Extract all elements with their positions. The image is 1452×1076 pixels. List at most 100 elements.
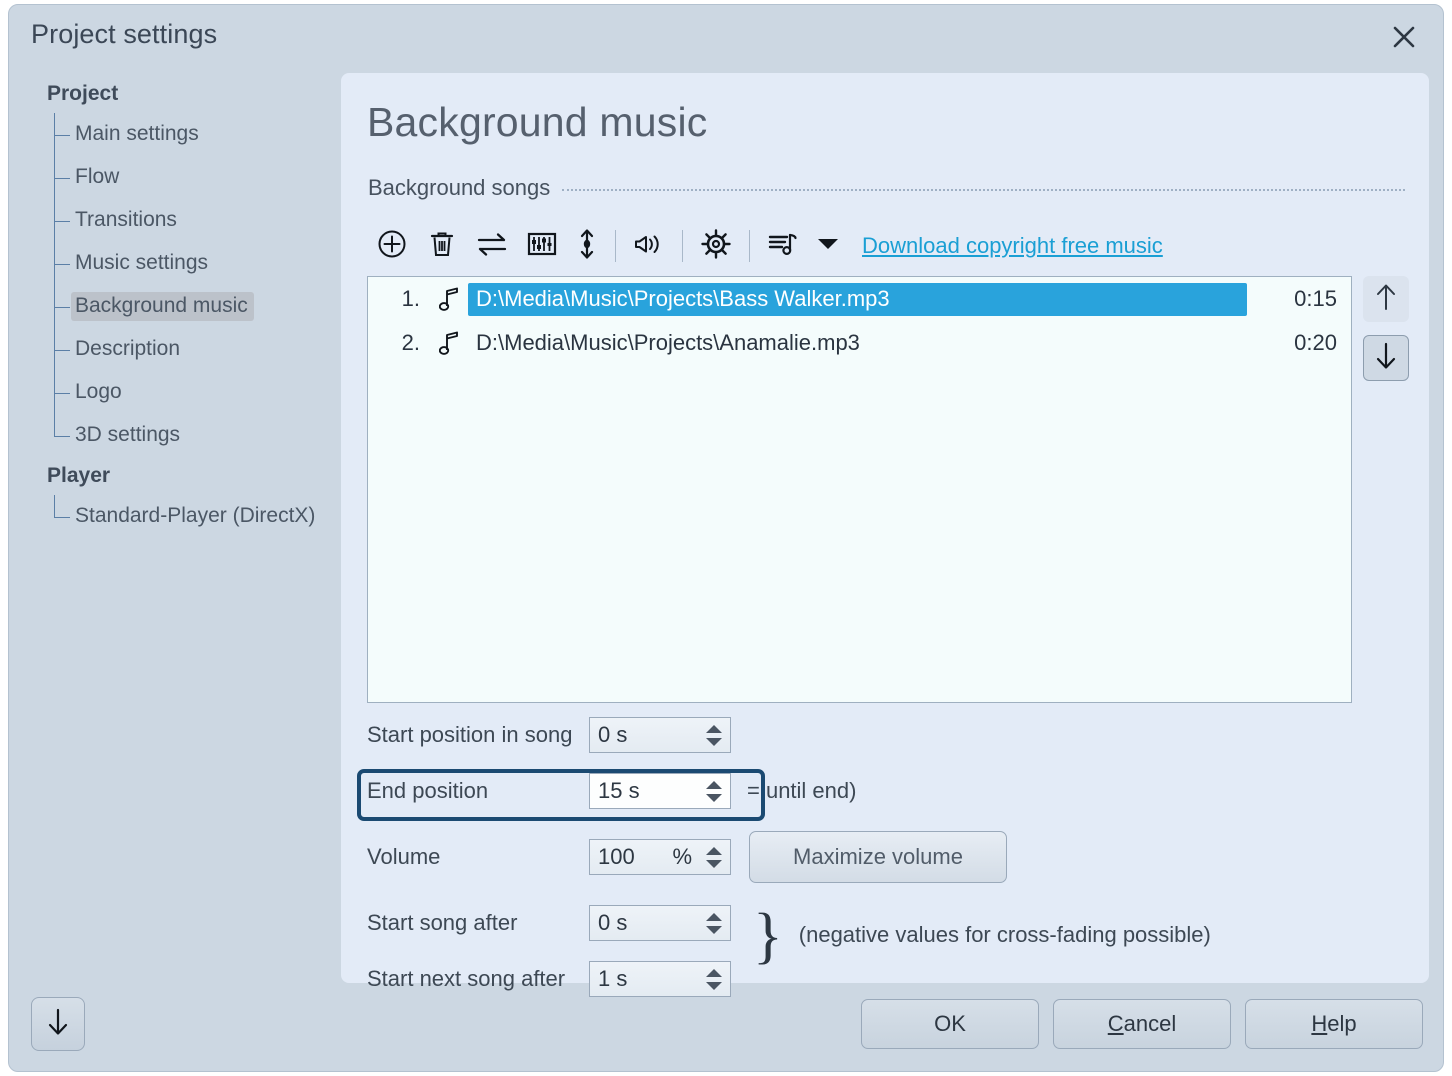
volume-button[interactable]: [624, 223, 674, 269]
sort-songs-button[interactable]: [758, 223, 808, 269]
sidebar-item-background-music[interactable]: Background music: [9, 285, 341, 328]
song-properties-form: Start position in song 0 s End position …: [367, 713, 1407, 1013]
end-position-input[interactable]: 15 s: [589, 773, 731, 809]
start-song-after-label: Start song after: [367, 910, 589, 936]
song-path: D:\Media\Music\Projects\Anamalie.mp3: [468, 327, 1247, 360]
music-note-icon: [432, 287, 468, 311]
start-position-value: 0 s: [590, 722, 627, 748]
stepper-down-icon[interactable]: [706, 860, 722, 868]
tree-group-project: Project: [9, 75, 341, 113]
sidebar-item-main-settings[interactable]: Main settings: [9, 113, 341, 156]
move-song-down-button[interactable]: [1363, 335, 1409, 381]
vertical-double-arrow-icon: [577, 228, 597, 265]
sidebar-item-music-settings[interactable]: Music settings: [9, 242, 341, 285]
project-settings-dialog: Project settings Project Main settings F…: [8, 4, 1444, 1072]
song-index: 1.: [378, 286, 432, 312]
page-title: Background music: [367, 99, 707, 146]
end-position-label: End position: [367, 778, 589, 804]
gear-icon: [701, 229, 731, 264]
start-next-song-after-stepper[interactable]: [704, 965, 724, 993]
stepper-up-icon[interactable]: [706, 725, 722, 733]
arrow-down-icon: [44, 1007, 72, 1042]
stepper-up-icon[interactable]: [706, 781, 722, 789]
section-label: Background songs: [368, 175, 550, 201]
help-accel: H: [1311, 1011, 1327, 1037]
delete-song-button[interactable]: [417, 223, 467, 269]
volume-label: Volume: [367, 844, 589, 870]
cancel-accel: C: [1108, 1011, 1124, 1037]
equalizer-icon: [527, 231, 557, 262]
equalizer-button[interactable]: [517, 223, 567, 269]
chevron-down-icon: [817, 237, 839, 256]
end-position-value: 15 s: [590, 778, 640, 804]
replace-song-button[interactable]: [467, 223, 517, 269]
settings-navigation-tree: Project Main settings Flow Transitions M…: [9, 75, 341, 975]
close-button[interactable]: [1383, 17, 1425, 57]
stepper-down-icon[interactable]: [706, 926, 722, 934]
sort-songs-dropdown[interactable]: [808, 223, 848, 269]
start-song-after-stepper[interactable]: [704, 909, 724, 937]
maximize-volume-button[interactable]: Maximize volume: [749, 831, 1007, 883]
table-row[interactable]: 1. D:\Media\Music\Projects\Bass Walker.m…: [368, 277, 1351, 321]
add-song-button[interactable]: [367, 223, 417, 269]
start-position-stepper[interactable]: [704, 721, 724, 749]
volume-stepper[interactable]: [704, 843, 724, 871]
volume-value: 100: [590, 844, 635, 870]
title-bar: Project settings: [9, 5, 1443, 67]
settings-button[interactable]: [691, 223, 741, 269]
cancel-rest: ancel: [1124, 1011, 1177, 1037]
sidebar-item-standard-player[interactable]: Standard-Player (DirectX): [9, 495, 341, 538]
dialog-title: Project settings: [31, 19, 217, 50]
toolbar-separator: [682, 230, 683, 262]
start-next-song-after-input[interactable]: 1 s: [589, 961, 731, 997]
stepper-down-icon[interactable]: [706, 982, 722, 990]
crossfade-hint: (negative values for cross-fading possib…: [799, 922, 1211, 948]
trash-icon: [428, 229, 456, 264]
stepper-up-icon[interactable]: [706, 913, 722, 921]
song-index: 2.: [378, 330, 432, 356]
start-song-after-input[interactable]: 0 s: [589, 905, 731, 941]
arrow-down-icon: [1372, 341, 1400, 376]
toolbar-separator: [749, 230, 750, 262]
end-position-hint: = until end): [747, 778, 856, 804]
arrow-up-icon: [1372, 282, 1400, 317]
sidebar-item-label: Flow: [71, 163, 125, 192]
sidebar-item-description[interactable]: Description: [9, 328, 341, 371]
help-rest: elp: [1327, 1011, 1356, 1037]
sidebar-item-flow[interactable]: Flow: [9, 156, 341, 199]
close-icon: [1391, 24, 1417, 50]
move-song-up-button[interactable]: [1363, 276, 1409, 322]
fit-duration-button[interactable]: [567, 223, 607, 269]
download-free-music-link[interactable]: Download copyright free music: [862, 233, 1163, 259]
table-row[interactable]: 2. D:\Media\Music\Projects\Anamalie.mp3 …: [368, 321, 1351, 365]
sidebar-item-label: 3D settings: [71, 421, 186, 450]
song-path: D:\Media\Music\Projects\Bass Walker.mp3: [468, 283, 1247, 316]
content-panel: Background music Background songs: [341, 73, 1429, 983]
stepper-up-icon[interactable]: [706, 847, 722, 855]
swap-arrows-icon: [476, 231, 508, 262]
volume-unit: %: [672, 844, 692, 870]
volume-input[interactable]: 100 %: [589, 839, 731, 875]
sidebar-item-logo[interactable]: Logo: [9, 371, 341, 414]
stepper-down-icon[interactable]: [706, 738, 722, 746]
music-note-icon: [432, 331, 468, 355]
plus-circle-icon: [377, 229, 407, 264]
start-next-song-after-row: Start next song after 1 s: [367, 957, 1407, 1001]
stepper-down-icon[interactable]: [706, 794, 722, 802]
song-duration: 0:20: [1247, 330, 1351, 356]
start-song-after-value: 0 s: [590, 910, 627, 936]
sidebar-item-label: Standard-Player (DirectX): [71, 502, 321, 531]
help-button[interactable]: Help: [1245, 999, 1423, 1049]
sidebar-item-transitions[interactable]: Transitions: [9, 199, 341, 242]
background-songs-list[interactable]: 1. D:\Media\Music\Projects\Bass Walker.m…: [367, 276, 1352, 703]
start-position-input[interactable]: 0 s: [589, 717, 731, 753]
sidebar-item-label: Music settings: [71, 249, 214, 278]
sidebar-item-3d-settings[interactable]: 3D settings: [9, 414, 341, 457]
cancel-button[interactable]: Cancel: [1053, 999, 1231, 1049]
scroll-down-button[interactable]: [31, 997, 85, 1051]
end-position-stepper[interactable]: [704, 777, 724, 805]
stepper-up-icon[interactable]: [706, 969, 722, 977]
sidebar-item-label: Background music: [71, 292, 254, 321]
ok-button[interactable]: OK: [861, 999, 1039, 1049]
sidebar-item-label: Logo: [71, 378, 128, 407]
